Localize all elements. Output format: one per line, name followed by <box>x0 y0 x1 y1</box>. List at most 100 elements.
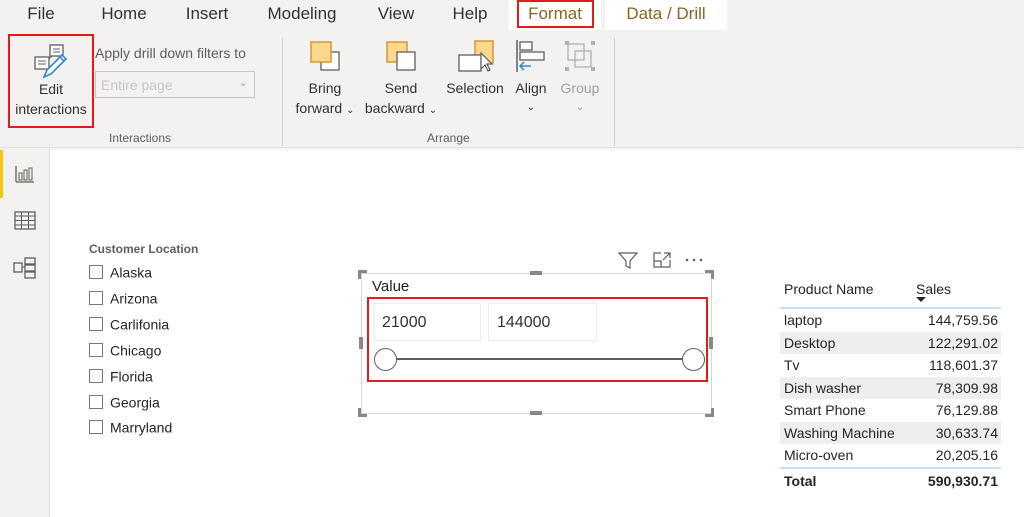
column-header-product-name[interactable]: Product Name <box>784 281 873 297</box>
chevron-down-icon: ⌄ <box>575 102 585 113</box>
product-name-cell: Dish washer <box>784 379 862 396</box>
tab-modeling[interactable]: Modeling <box>264 0 340 30</box>
chevron-down-icon: ⌄ <box>428 105 438 116</box>
table-row[interactable]: Desktop 122,291.02 <box>780 331 1001 354</box>
sales-cell: 118,601.37 <box>928 357 998 373</box>
sales-cell: 76,129.88 <box>935 402 998 418</box>
resize-handle-bottom-right[interactable] <box>705 408 714 417</box>
tab-data-drill[interactable]: Data / Drill <box>605 0 727 30</box>
total-value: 590,930.71 <box>927 472 998 489</box>
range-slicer-title: Value <box>372 278 410 295</box>
tab-format[interactable]: Format <box>509 0 601 30</box>
slicer-item-georgia[interactable]: Georgia <box>89 393 160 415</box>
sales-table: Product Name Sales laptop 144,759.56 Deskt… <box>780 279 1001 491</box>
slicer-title: Customer Location <box>89 242 199 256</box>
chevron-down-icon: ⌄ <box>526 102 536 113</box>
slicer-item-label: Marryland <box>110 419 173 436</box>
resize-handle-top[interactable] <box>530 271 542 275</box>
filter-icon[interactable] <box>617 250 639 270</box>
slicer-item-label: Carlifonia <box>110 316 170 333</box>
resize-handle-bottom-left[interactable] <box>358 408 367 417</box>
slicer-item-arizona[interactable]: Arizona <box>89 289 157 311</box>
table-row[interactable]: Micro-oven 20,205.16 <box>780 444 1001 467</box>
table-row[interactable]: Dish washer 78,309.98 <box>780 376 1001 399</box>
align-button[interactable]: Align ⌄ <box>510 38 552 118</box>
align-label: Align <box>515 80 547 96</box>
focus-mode-icon[interactable] <box>651 250 673 270</box>
checkbox[interactable] <box>89 343 103 358</box>
slicer-item-chicago[interactable]: Chicago <box>89 341 161 363</box>
selection-icon <box>458 40 494 72</box>
chevron-down-icon: ⌄ <box>346 105 355 116</box>
slicer-item-florida[interactable]: Florida <box>89 367 153 389</box>
model-view-icon <box>13 257 36 279</box>
selection-pane-button[interactable]: Selection <box>444 38 506 98</box>
range-max-input[interactable]: 144000 <box>488 303 597 341</box>
range-slider-max-handle[interactable] <box>682 348 705 371</box>
sales-cell: 122,291.02 <box>927 334 998 351</box>
product-name-cell: Micro-oven <box>784 447 854 463</box>
selection-label: Selection <box>446 80 504 96</box>
sort-descending-icon <box>916 297 926 302</box>
edit-interactions-label-1: Edit <box>38 81 64 97</box>
group-icon <box>565 41 595 71</box>
slicer-item-alaska[interactable]: Alaska <box>89 263 152 285</box>
left-view-nav <box>0 148 50 517</box>
sales-cell: 78,309.98 <box>935 379 998 396</box>
resize-handle-top-left[interactable] <box>358 270 367 279</box>
resize-handle-bottom[interactable] <box>530 411 542 415</box>
range-slider-min-handle[interactable] <box>374 348 397 371</box>
align-left-icon <box>516 40 545 72</box>
bring-forward-icon <box>310 41 340 71</box>
menu-bar: File Home Insert Modeling View Help Form… <box>0 0 1024 30</box>
bring-forward-label-1: Bring <box>308 80 342 96</box>
checkbox[interactable] <box>89 265 103 280</box>
table-row[interactable]: laptop 144,759.56 <box>780 309 1001 332</box>
more-options-icon[interactable] <box>683 250 705 270</box>
product-name-cell: Tv <box>784 357 800 373</box>
report-view-button[interactable] <box>10 160 40 188</box>
slicer-item-label: Arizona <box>110 290 158 307</box>
table-row[interactable]: Smart Phone 76,129.88 <box>780 399 1001 422</box>
data-view-button[interactable] <box>10 206 40 234</box>
column-header-sales[interactable]: Sales <box>916 281 951 297</box>
slicer-item-label: Alaska <box>110 264 153 281</box>
resize-handle-right[interactable] <box>709 337 713 349</box>
tab-home[interactable]: Home <box>98 0 150 30</box>
tab-insert[interactable]: Insert <box>184 0 230 30</box>
report-view-icon <box>15 166 34 183</box>
table-body: laptop 144,759.56 Desktop 122,291.02 Tv 118,6… <box>780 309 1001 467</box>
edit-interactions-button[interactable]: Edit interactions <box>10 36 92 126</box>
table-row[interactable]: Tv 118,601.37 <box>780 354 1001 377</box>
send-backward-label-2: backward <box>364 100 425 116</box>
send-backward-button[interactable]: Send backward ⌄ <box>364 38 438 121</box>
range-slicer-visual[interactable] <box>361 273 712 414</box>
range-min-input[interactable]: 21000 <box>373 303 481 341</box>
group-button[interactable]: Group ⌄ <box>556 38 604 118</box>
slicer-item-carlifonia[interactable]: Carlifonia <box>89 315 169 337</box>
slicer-item-label: Chicago <box>110 342 162 359</box>
checkbox[interactable] <box>89 420 103 435</box>
checkbox[interactable] <box>89 291 103 306</box>
active-view-indicator <box>0 150 3 198</box>
table-row[interactable]: Washing Machine 30,633.74 <box>780 421 1001 444</box>
apply-drill-filters-dropdown[interactable]: Entire page ⌄ <box>95 71 255 98</box>
range-slider-track[interactable] <box>386 358 684 360</box>
model-view-button[interactable] <box>10 254 40 282</box>
checkbox[interactable] <box>89 369 103 384</box>
tab-view[interactable]: View <box>376 0 416 30</box>
chevron-down-icon: ⌄ <box>238 77 248 89</box>
tab-help[interactable]: Help <box>450 0 490 30</box>
resize-handle-left[interactable] <box>359 337 363 349</box>
checkbox[interactable] <box>89 317 103 332</box>
resize-handle-top-right[interactable] <box>705 270 714 279</box>
tab-file[interactable]: File <box>26 0 56 30</box>
checkbox[interactable] <box>89 395 103 410</box>
product-name-cell: Smart Phone <box>784 402 866 418</box>
bring-forward-button[interactable]: Bring forward ⌄ <box>292 38 358 121</box>
product-name-cell: laptop <box>784 312 823 328</box>
group-label: Group <box>560 80 600 96</box>
slicer-item-marryland[interactable]: Marryland <box>89 418 172 440</box>
group-separator <box>282 38 283 146</box>
group-separator <box>614 38 615 146</box>
